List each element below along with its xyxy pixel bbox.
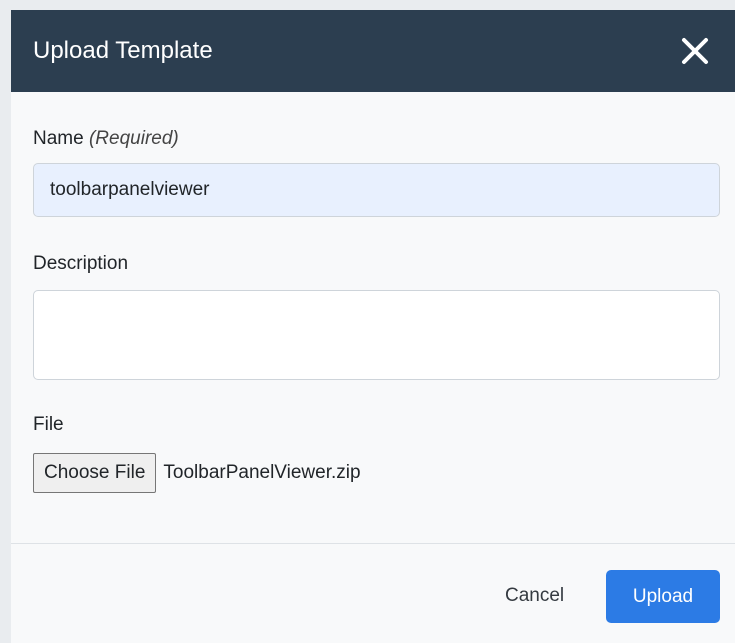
dialog-header: Upload Template xyxy=(11,10,735,92)
close-button[interactable] xyxy=(677,33,713,69)
close-icon xyxy=(682,38,708,64)
file-input: Choose File ToolbarPanelViewer.zip xyxy=(33,453,361,493)
dialog-title: Upload Template xyxy=(33,37,213,64)
name-label: Name (Required) xyxy=(33,128,179,150)
choose-file-button[interactable]: Choose File xyxy=(33,453,157,493)
name-input[interactable] xyxy=(33,163,720,217)
selected-file-name: ToolbarPanelViewer.zip xyxy=(163,462,361,483)
description-textarea[interactable] xyxy=(33,290,720,380)
name-label-text: Name xyxy=(33,128,84,149)
description-label: Description xyxy=(33,253,129,274)
footer-divider xyxy=(11,543,735,544)
upload-button[interactable]: Upload xyxy=(606,570,720,623)
file-label: File xyxy=(33,414,64,435)
upload-template-dialog: Upload Template Name (Required) Descript… xyxy=(11,10,735,643)
required-hint: (Required) xyxy=(88,128,179,149)
cancel-button[interactable]: Cancel xyxy=(495,577,574,615)
